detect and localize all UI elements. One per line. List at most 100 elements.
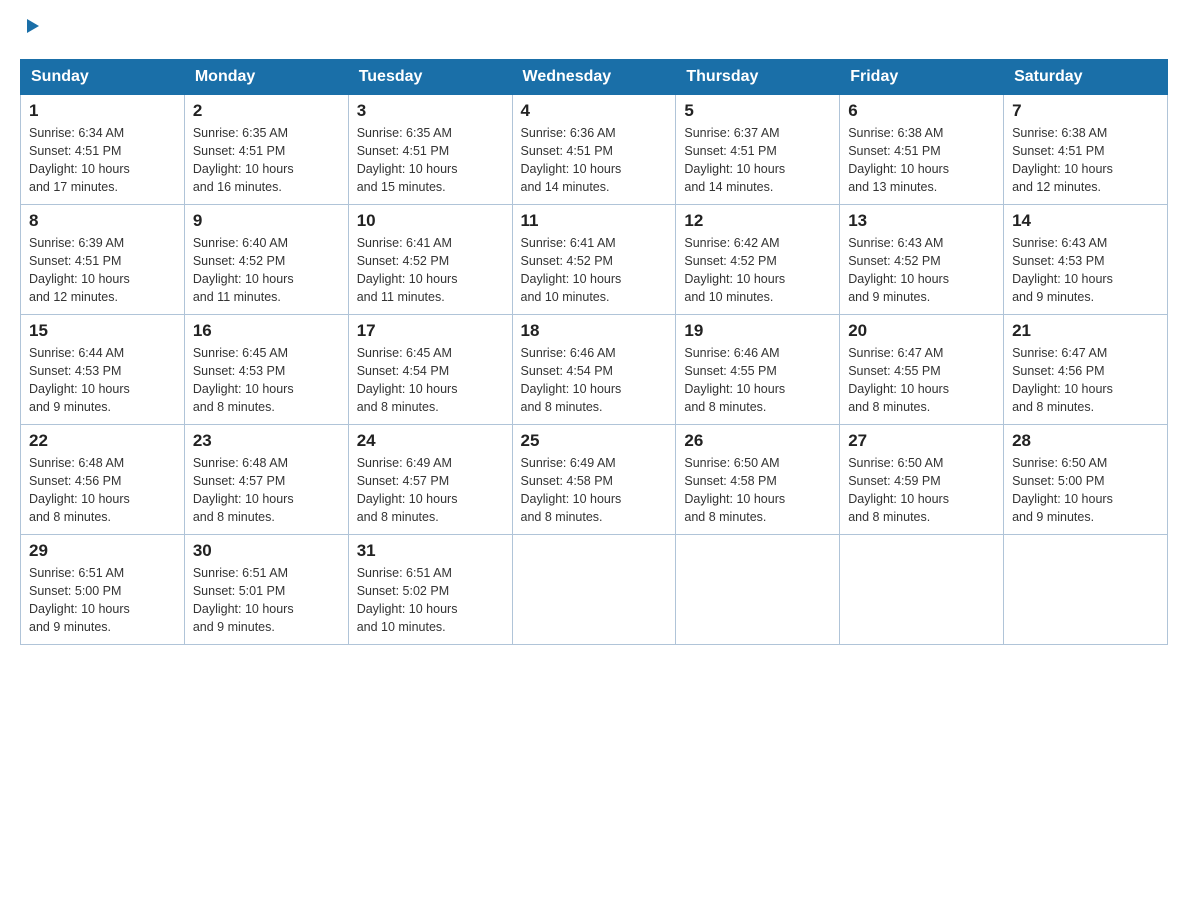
- day-number: 19: [684, 321, 831, 341]
- calendar-cell: 20 Sunrise: 6:47 AM Sunset: 4:55 PM Dayl…: [840, 314, 1004, 424]
- calendar-header-row: SundayMondayTuesdayWednesdayThursdayFrid…: [21, 59, 1168, 94]
- day-number: 14: [1012, 211, 1159, 231]
- day-info: Sunrise: 6:34 AM Sunset: 4:51 PM Dayligh…: [29, 124, 176, 197]
- calendar-cell: [1004, 534, 1168, 644]
- day-number: 27: [848, 431, 995, 451]
- calendar-header-monday: Monday: [184, 59, 348, 94]
- calendar-cell: 25 Sunrise: 6:49 AM Sunset: 4:58 PM Dayl…: [512, 424, 676, 534]
- calendar-cell: 11 Sunrise: 6:41 AM Sunset: 4:52 PM Dayl…: [512, 204, 676, 314]
- logo: [20, 20, 41, 43]
- calendar-header-wednesday: Wednesday: [512, 59, 676, 94]
- calendar-cell: 30 Sunrise: 6:51 AM Sunset: 5:01 PM Dayl…: [184, 534, 348, 644]
- day-number: 21: [1012, 321, 1159, 341]
- calendar-cell: [676, 534, 840, 644]
- day-number: 29: [29, 541, 176, 561]
- page-header: [20, 20, 1168, 43]
- day-info: Sunrise: 6:38 AM Sunset: 4:51 PM Dayligh…: [1012, 124, 1159, 197]
- calendar-cell: 26 Sunrise: 6:50 AM Sunset: 4:58 PM Dayl…: [676, 424, 840, 534]
- day-info: Sunrise: 6:41 AM Sunset: 4:52 PM Dayligh…: [521, 234, 668, 307]
- day-info: Sunrise: 6:46 AM Sunset: 4:55 PM Dayligh…: [684, 344, 831, 417]
- day-info: Sunrise: 6:35 AM Sunset: 4:51 PM Dayligh…: [357, 124, 504, 197]
- day-number: 2: [193, 101, 340, 121]
- day-number: 5: [684, 101, 831, 121]
- calendar-cell: 13 Sunrise: 6:43 AM Sunset: 4:52 PM Dayl…: [840, 204, 1004, 314]
- day-number: 26: [684, 431, 831, 451]
- calendar-cell: 1 Sunrise: 6:34 AM Sunset: 4:51 PM Dayli…: [21, 94, 185, 204]
- calendar-cell: 29 Sunrise: 6:51 AM Sunset: 5:00 PM Dayl…: [21, 534, 185, 644]
- day-number: 9: [193, 211, 340, 231]
- day-number: 3: [357, 101, 504, 121]
- calendar-cell: 16 Sunrise: 6:45 AM Sunset: 4:53 PM Dayl…: [184, 314, 348, 424]
- day-number: 23: [193, 431, 340, 451]
- day-number: 17: [357, 321, 504, 341]
- calendar-header-tuesday: Tuesday: [348, 59, 512, 94]
- day-info: Sunrise: 6:38 AM Sunset: 4:51 PM Dayligh…: [848, 124, 995, 197]
- day-number: 15: [29, 321, 176, 341]
- day-info: Sunrise: 6:37 AM Sunset: 4:51 PM Dayligh…: [684, 124, 831, 197]
- day-number: 20: [848, 321, 995, 341]
- calendar-week-row: 15 Sunrise: 6:44 AM Sunset: 4:53 PM Dayl…: [21, 314, 1168, 424]
- calendar-header-saturday: Saturday: [1004, 59, 1168, 94]
- calendar-cell: 8 Sunrise: 6:39 AM Sunset: 4:51 PM Dayli…: [21, 204, 185, 314]
- day-number: 13: [848, 211, 995, 231]
- day-info: Sunrise: 6:51 AM Sunset: 5:01 PM Dayligh…: [193, 564, 340, 637]
- day-number: 24: [357, 431, 504, 451]
- calendar-cell: [840, 534, 1004, 644]
- day-info: Sunrise: 6:42 AM Sunset: 4:52 PM Dayligh…: [684, 234, 831, 307]
- day-info: Sunrise: 6:44 AM Sunset: 4:53 PM Dayligh…: [29, 344, 176, 417]
- day-number: 6: [848, 101, 995, 121]
- day-info: Sunrise: 6:45 AM Sunset: 4:53 PM Dayligh…: [193, 344, 340, 417]
- calendar-cell: 22 Sunrise: 6:48 AM Sunset: 4:56 PM Dayl…: [21, 424, 185, 534]
- calendar-cell: 2 Sunrise: 6:35 AM Sunset: 4:51 PM Dayli…: [184, 94, 348, 204]
- day-number: 11: [521, 211, 668, 231]
- calendar-cell: 10 Sunrise: 6:41 AM Sunset: 4:52 PM Dayl…: [348, 204, 512, 314]
- day-info: Sunrise: 6:43 AM Sunset: 4:53 PM Dayligh…: [1012, 234, 1159, 307]
- day-number: 30: [193, 541, 340, 561]
- day-number: 22: [29, 431, 176, 451]
- calendar-header-friday: Friday: [840, 59, 1004, 94]
- day-info: Sunrise: 6:50 AM Sunset: 4:58 PM Dayligh…: [684, 454, 831, 527]
- day-info: Sunrise: 6:43 AM Sunset: 4:52 PM Dayligh…: [848, 234, 995, 307]
- day-info: Sunrise: 6:48 AM Sunset: 4:56 PM Dayligh…: [29, 454, 176, 527]
- calendar-cell: 23 Sunrise: 6:48 AM Sunset: 4:57 PM Dayl…: [184, 424, 348, 534]
- day-info: Sunrise: 6:45 AM Sunset: 4:54 PM Dayligh…: [357, 344, 504, 417]
- calendar-cell: 7 Sunrise: 6:38 AM Sunset: 4:51 PM Dayli…: [1004, 94, 1168, 204]
- calendar-cell: [512, 534, 676, 644]
- day-info: Sunrise: 6:40 AM Sunset: 4:52 PM Dayligh…: [193, 234, 340, 307]
- calendar-cell: 27 Sunrise: 6:50 AM Sunset: 4:59 PM Dayl…: [840, 424, 1004, 534]
- calendar-cell: 17 Sunrise: 6:45 AM Sunset: 4:54 PM Dayl…: [348, 314, 512, 424]
- day-number: 16: [193, 321, 340, 341]
- day-info: Sunrise: 6:35 AM Sunset: 4:51 PM Dayligh…: [193, 124, 340, 197]
- calendar-cell: 9 Sunrise: 6:40 AM Sunset: 4:52 PM Dayli…: [184, 204, 348, 314]
- day-number: 8: [29, 211, 176, 231]
- day-info: Sunrise: 6:49 AM Sunset: 4:57 PM Dayligh…: [357, 454, 504, 527]
- calendar-cell: 5 Sunrise: 6:37 AM Sunset: 4:51 PM Dayli…: [676, 94, 840, 204]
- day-info: Sunrise: 6:48 AM Sunset: 4:57 PM Dayligh…: [193, 454, 340, 527]
- day-number: 12: [684, 211, 831, 231]
- calendar-table: SundayMondayTuesdayWednesdayThursdayFrid…: [20, 59, 1168, 645]
- calendar-cell: 18 Sunrise: 6:46 AM Sunset: 4:54 PM Dayl…: [512, 314, 676, 424]
- calendar-header-sunday: Sunday: [21, 59, 185, 94]
- logo-arrow-icon: [23, 17, 41, 40]
- day-info: Sunrise: 6:39 AM Sunset: 4:51 PM Dayligh…: [29, 234, 176, 307]
- calendar-week-row: 1 Sunrise: 6:34 AM Sunset: 4:51 PM Dayli…: [21, 94, 1168, 204]
- calendar-week-row: 22 Sunrise: 6:48 AM Sunset: 4:56 PM Dayl…: [21, 424, 1168, 534]
- calendar-week-row: 8 Sunrise: 6:39 AM Sunset: 4:51 PM Dayli…: [21, 204, 1168, 314]
- day-number: 7: [1012, 101, 1159, 121]
- day-number: 18: [521, 321, 668, 341]
- day-info: Sunrise: 6:51 AM Sunset: 5:02 PM Dayligh…: [357, 564, 504, 637]
- day-number: 1: [29, 101, 176, 121]
- calendar-cell: 12 Sunrise: 6:42 AM Sunset: 4:52 PM Dayl…: [676, 204, 840, 314]
- calendar-cell: 19 Sunrise: 6:46 AM Sunset: 4:55 PM Dayl…: [676, 314, 840, 424]
- day-number: 28: [1012, 431, 1159, 451]
- calendar-cell: 28 Sunrise: 6:50 AM Sunset: 5:00 PM Dayl…: [1004, 424, 1168, 534]
- day-number: 4: [521, 101, 668, 121]
- day-number: 25: [521, 431, 668, 451]
- day-info: Sunrise: 6:50 AM Sunset: 4:59 PM Dayligh…: [848, 454, 995, 527]
- calendar-cell: 6 Sunrise: 6:38 AM Sunset: 4:51 PM Dayli…: [840, 94, 1004, 204]
- calendar-week-row: 29 Sunrise: 6:51 AM Sunset: 5:00 PM Dayl…: [21, 534, 1168, 644]
- calendar-cell: 15 Sunrise: 6:44 AM Sunset: 4:53 PM Dayl…: [21, 314, 185, 424]
- day-number: 10: [357, 211, 504, 231]
- day-info: Sunrise: 6:36 AM Sunset: 4:51 PM Dayligh…: [521, 124, 668, 197]
- day-info: Sunrise: 6:41 AM Sunset: 4:52 PM Dayligh…: [357, 234, 504, 307]
